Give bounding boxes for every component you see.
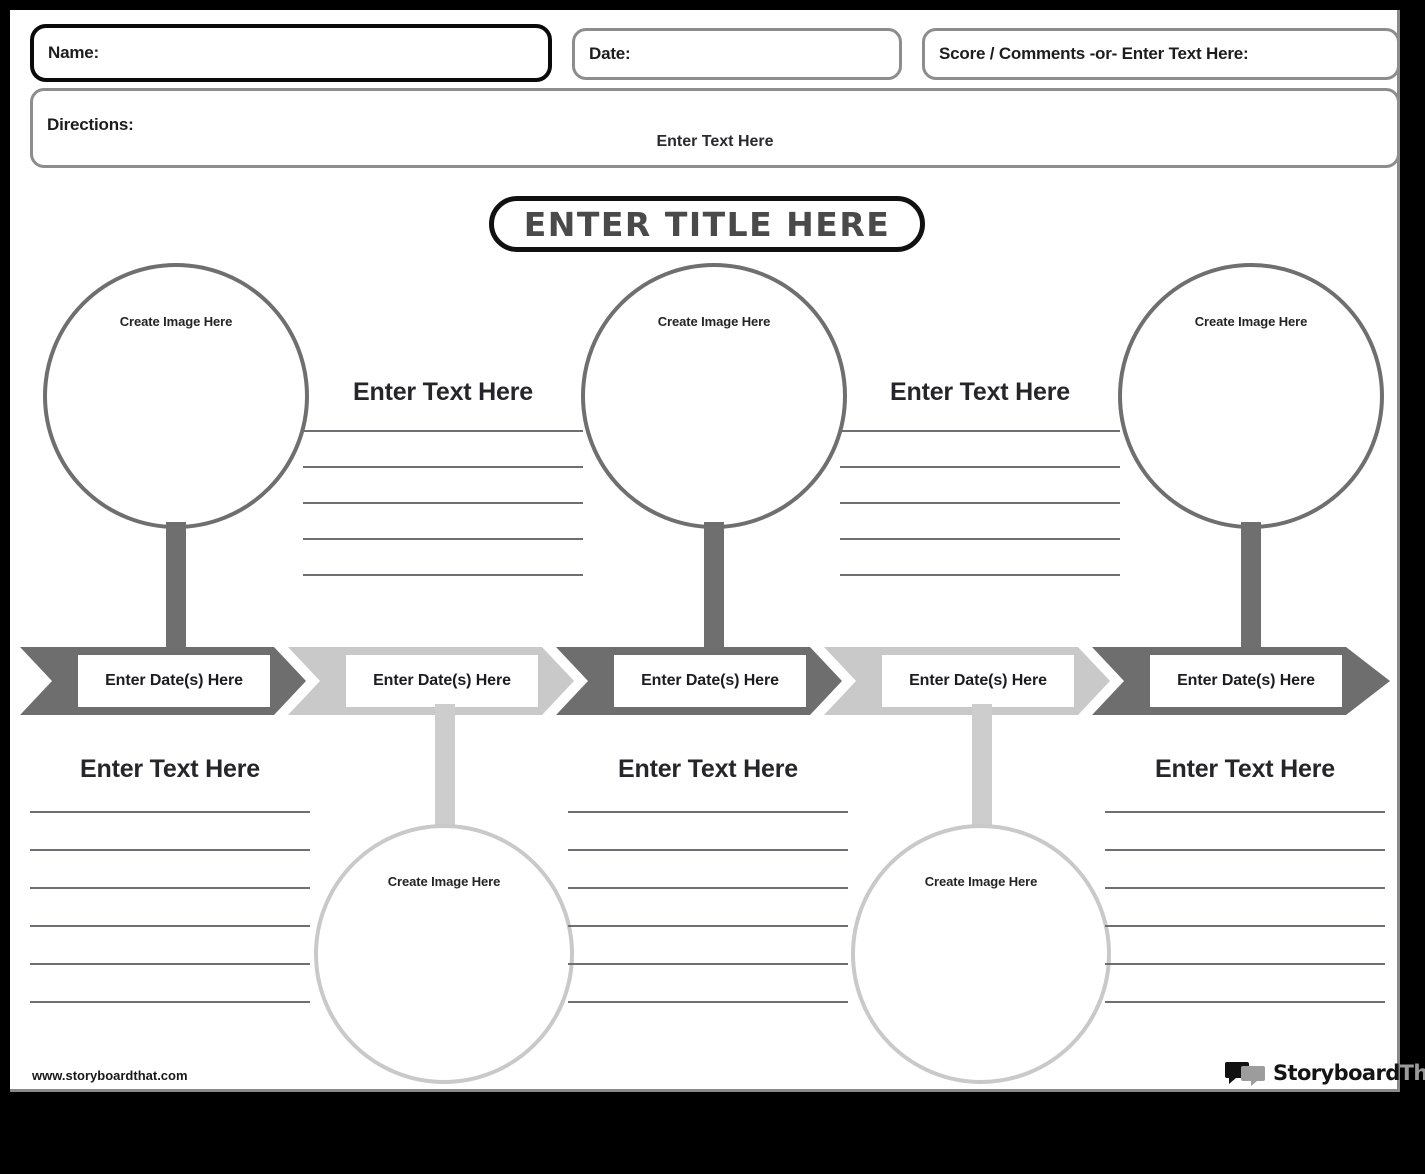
timeline-step-5[interactable]: Enter Date(s) Here bbox=[1092, 647, 1390, 715]
storyboardthat-logo: StoryboardThat bbox=[1225, 1056, 1425, 1090]
rule-line bbox=[568, 963, 848, 965]
rule-line bbox=[1105, 1001, 1385, 1003]
timeline-step-1[interactable]: Enter Date(s) Here bbox=[20, 647, 306, 715]
timeline-date-field[interactable]: Enter Date(s) Here bbox=[78, 655, 270, 707]
connector-stem-bottom-1 bbox=[435, 704, 455, 830]
timeline-date-field[interactable]: Enter Date(s) Here bbox=[882, 655, 1074, 707]
rule-lines bbox=[303, 430, 583, 576]
circle-caption: Create Image Here bbox=[119, 314, 233, 329]
top-text-block-2[interactable]: Enter Text Here bbox=[840, 378, 1120, 576]
brand-wordmark: StoryboardThat bbox=[1273, 1061, 1425, 1085]
bottom-text-block-1[interactable]: Enter Text Here bbox=[30, 755, 310, 1003]
worksheet-title-field[interactable]: ENTER TITLE HERE bbox=[489, 196, 925, 252]
rule-line bbox=[1105, 963, 1385, 965]
rule-line bbox=[568, 1001, 848, 1003]
rule-line bbox=[303, 574, 583, 576]
rule-line bbox=[30, 849, 310, 851]
top-image-circle-3[interactable]: Create Image Here bbox=[1118, 263, 1384, 529]
brand-primary: Storyboard bbox=[1273, 1061, 1400, 1085]
circle-caption: Create Image Here bbox=[657, 314, 771, 329]
rule-line bbox=[30, 925, 310, 927]
rule-line bbox=[303, 466, 583, 468]
date-field[interactable]: Date: bbox=[572, 28, 902, 80]
timeline-band: Enter Date(s) Here Enter Date(s) Here En… bbox=[20, 647, 1390, 715]
directions-label: Directions: bbox=[47, 115, 134, 134]
rule-line bbox=[840, 466, 1120, 468]
rule-line bbox=[568, 925, 848, 927]
bottom-image-circle-1[interactable]: Create Image Here bbox=[314, 824, 574, 1084]
connector-stem-bottom-2 bbox=[972, 704, 992, 830]
top-text-block-1[interactable]: Enter Text Here bbox=[303, 378, 583, 576]
text-block-title: Enter Text Here bbox=[353, 378, 533, 406]
bottom-text-block-2[interactable]: Enter Text Here bbox=[568, 755, 848, 1003]
rule-line bbox=[303, 430, 583, 432]
bottom-text-block-3[interactable]: Enter Text Here bbox=[1105, 755, 1385, 1003]
circle-caption: Create Image Here bbox=[1194, 314, 1308, 329]
directions-placeholder: Enter Text Here bbox=[656, 133, 774, 150]
rule-line bbox=[30, 963, 310, 965]
circle-caption: Create Image Here bbox=[387, 874, 501, 889]
rule-line bbox=[30, 811, 310, 813]
top-image-circle-2[interactable]: Create Image Here bbox=[581, 263, 847, 529]
site-url: www.storyboardthat.com bbox=[32, 1068, 188, 1083]
timeline-date-field[interactable]: Enter Date(s) Here bbox=[346, 655, 538, 707]
text-block-title: Enter Text Here bbox=[1155, 755, 1335, 783]
rule-line bbox=[1105, 811, 1385, 813]
score-comments-field[interactable]: Score / Comments -or- Enter Text Here: bbox=[922, 28, 1400, 80]
timeline-date-field[interactable]: Enter Date(s) Here bbox=[614, 655, 806, 707]
rule-line bbox=[303, 502, 583, 504]
name-field[interactable]: Name: bbox=[30, 24, 552, 82]
timeline-step-3[interactable]: Enter Date(s) Here bbox=[556, 647, 842, 715]
rule-line bbox=[568, 887, 848, 889]
directions-field[interactable]: Directions: Enter Text Here bbox=[30, 88, 1400, 168]
rule-line bbox=[1105, 849, 1385, 851]
bottom-image-circle-2[interactable]: Create Image Here bbox=[851, 824, 1111, 1084]
speech-bubbles-icon bbox=[1225, 1060, 1267, 1086]
brand-secondary: That bbox=[1399, 1061, 1425, 1085]
connector-stem-top-3 bbox=[1241, 522, 1261, 650]
timeline-date-field[interactable]: Enter Date(s) Here bbox=[1150, 655, 1342, 707]
rule-line bbox=[840, 502, 1120, 504]
connector-stem-top-1 bbox=[166, 522, 186, 650]
worksheet-root: Name: Date: Score / Comments -or- Enter … bbox=[0, 0, 1425, 1174]
score-comments-label: Score / Comments -or- Enter Text Here: bbox=[939, 44, 1249, 63]
rule-line bbox=[303, 538, 583, 540]
rule-line bbox=[568, 849, 848, 851]
text-block-title: Enter Text Here bbox=[618, 755, 798, 783]
rule-lines bbox=[568, 811, 848, 1003]
rule-line bbox=[840, 430, 1120, 432]
circle-caption: Create Image Here bbox=[924, 874, 1038, 889]
name-label: Name: bbox=[48, 43, 99, 62]
rule-line bbox=[30, 1001, 310, 1003]
rule-line bbox=[30, 887, 310, 889]
rule-lines bbox=[30, 811, 310, 1003]
rule-lines bbox=[840, 430, 1120, 576]
timeline-step-4[interactable]: Enter Date(s) Here bbox=[824, 647, 1110, 715]
rule-line bbox=[568, 811, 848, 813]
top-image-circle-1[interactable]: Create Image Here bbox=[43, 263, 309, 529]
text-block-title: Enter Text Here bbox=[80, 755, 260, 783]
connector-stem-top-2 bbox=[704, 522, 724, 650]
date-label: Date: bbox=[589, 44, 631, 63]
worksheet-page: Name: Date: Score / Comments -or- Enter … bbox=[10, 10, 1425, 1092]
rule-lines bbox=[1105, 811, 1385, 1003]
rule-line bbox=[840, 574, 1120, 576]
rule-line bbox=[1105, 887, 1385, 889]
rule-line bbox=[1105, 925, 1385, 927]
timeline-step-2[interactable]: Enter Date(s) Here bbox=[288, 647, 574, 715]
worksheet-title-text: ENTER TITLE HERE bbox=[523, 204, 891, 244]
text-block-title: Enter Text Here bbox=[890, 378, 1070, 406]
rule-line bbox=[840, 538, 1120, 540]
